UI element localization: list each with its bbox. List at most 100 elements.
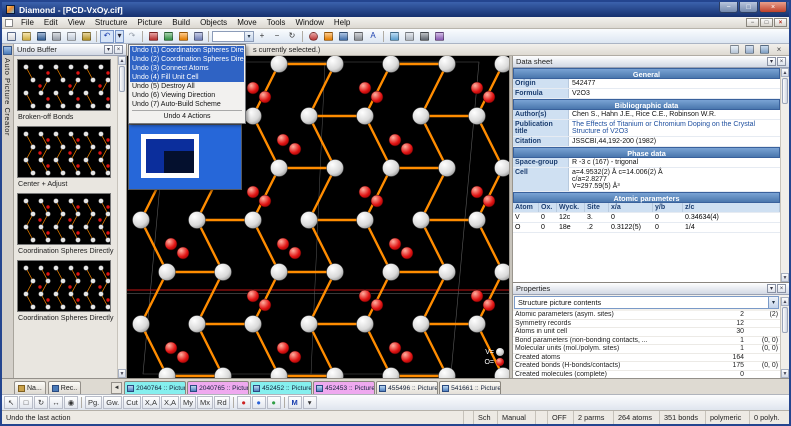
atom-v[interactable] — [357, 212, 374, 229]
atom-o[interactable] — [289, 247, 301, 259]
undo-buffer-scrollbar[interactable]: ▲▼ — [117, 56, 126, 378]
pointer-icon[interactable]: ↖ — [4, 396, 18, 409]
undo-menu-item-3[interactable]: Undo (3) Connect Atoms — [130, 64, 244, 73]
destroy-all-icon[interactable] — [146, 30, 160, 43]
atom-v[interactable] — [189, 212, 206, 229]
tab-scroll-left-icon[interactable]: ◄ — [111, 382, 122, 394]
undo-buffer-item[interactable]: Coordination Spheres Directly — [17, 193, 117, 257]
atom-o[interactable] — [483, 299, 495, 311]
atom-o[interactable] — [277, 238, 289, 250]
picture-tab[interactable]: 452452 :: Picture 1 — [250, 381, 312, 394]
atom-v[interactable] — [495, 368, 510, 379]
undo-menu-item-2[interactable]: Undo (2) Coordination Spheres Directly — [130, 55, 244, 64]
property-row[interactable]: Created atoms164 — [513, 354, 780, 363]
atom-o[interactable] — [359, 290, 371, 302]
xa-button-2[interactable]: X,A — [161, 396, 179, 409]
close-button[interactable]: × — [759, 2, 787, 13]
atom-o[interactable] — [247, 290, 259, 302]
mdi-minimize-button[interactable]: − — [746, 18, 759, 27]
scroll-up-icon[interactable]: ▲ — [781, 68, 789, 77]
picture-view-icon[interactable] — [757, 43, 771, 56]
picture-tab[interactable]: 455496 :: Picture 1 — [376, 381, 438, 394]
atom-v[interactable] — [469, 212, 486, 229]
picture-tab[interactable]: 452453 :: Picture 1 — [313, 381, 375, 394]
menu-build[interactable]: Build — [167, 17, 195, 28]
atom-v[interactable] — [413, 108, 430, 125]
atom-o[interactable] — [259, 299, 271, 311]
atom-v[interactable] — [439, 56, 456, 73]
polyhedra-icon[interactable] — [336, 30, 350, 43]
atom-o[interactable] — [371, 195, 383, 207]
atom-v[interactable] — [327, 160, 344, 177]
shift-mode-icon[interactable]: ↔ — [49, 396, 63, 409]
scroll-thumb[interactable] — [782, 78, 788, 104]
close-view-icon[interactable]: × — [772, 43, 786, 56]
pane-menu-icon[interactable]: ▾ — [767, 57, 776, 66]
scroll-down-icon[interactable]: ▼ — [781, 273, 789, 282]
menu-objects[interactable]: Objects — [195, 17, 232, 28]
print-icon[interactable] — [49, 30, 63, 43]
dropdown-icon[interactable]: ▾ — [244, 32, 253, 41]
properties-selector[interactable]: Structure picture contents ▾ — [514, 296, 779, 309]
atom-o[interactable] — [247, 186, 259, 198]
atom-v[interactable] — [327, 56, 344, 73]
bond-style-icon[interactable] — [321, 30, 335, 43]
zoom-mode-icon[interactable]: ◉ — [64, 396, 78, 409]
atom-o[interactable] — [259, 195, 271, 207]
maximize-button[interactable]: □ — [739, 2, 758, 13]
atom-v[interactable] — [383, 368, 400, 379]
picture-tab[interactable]: 541661 :: Picture 1 — [439, 381, 501, 394]
unit-cell-icon[interactable] — [351, 30, 365, 43]
menu-structure[interactable]: Structure — [90, 17, 132, 28]
atom-v[interactable] — [245, 316, 262, 333]
atom-o[interactable] — [277, 134, 289, 146]
atom-v[interactable] — [245, 108, 262, 125]
atom-v[interactable] — [469, 316, 486, 333]
cut-button[interactable]: Cut — [123, 396, 141, 409]
more-dropdown-icon[interactable]: ▾ — [303, 396, 317, 409]
atom-v[interactable] — [245, 212, 262, 229]
scroll-down-icon[interactable]: ▼ — [781, 369, 789, 378]
atom-o[interactable] — [165, 342, 177, 354]
atom-v[interactable] — [495, 56, 510, 73]
new-document-icon[interactable] — [4, 30, 18, 43]
my-button[interactable]: My — [180, 396, 196, 409]
fill-unit-cell-icon[interactable] — [191, 30, 205, 43]
undo-buffer-item[interactable]: Center + Adjust — [17, 126, 117, 190]
blue-atom-icon[interactable]: ● — [252, 396, 266, 409]
atom-o[interactable] — [177, 351, 189, 363]
open-icon[interactable] — [19, 30, 33, 43]
pane-close-icon[interactable]: × — [777, 284, 786, 293]
atom-o[interactable] — [389, 134, 401, 146]
zoom-out-icon[interactable]: − — [270, 30, 284, 43]
dropdown-icon[interactable]: ▾ — [768, 297, 778, 308]
menu-tools[interactable]: Tools — [262, 17, 291, 28]
save-icon[interactable] — [34, 30, 48, 43]
atom-v[interactable] — [469, 108, 486, 125]
atom-v[interactable] — [413, 212, 430, 229]
atom-o[interactable] — [289, 351, 301, 363]
undo-buffer-item[interactable]: Broken-off Bonds — [17, 59, 117, 123]
scroll-up-icon[interactable]: ▲ — [118, 56, 126, 65]
atom-v[interactable] — [383, 160, 400, 177]
menu-move[interactable]: Move — [232, 17, 262, 28]
picture-tab[interactable]: 2040765 :: Picture 1 — [187, 381, 249, 394]
atom-o[interactable] — [259, 91, 271, 103]
atom-v[interactable] — [271, 368, 288, 379]
minimize-button[interactable]: − — [719, 2, 738, 13]
undo-menu-item-4[interactable]: Undo (4) Fill Unit Cell — [130, 73, 244, 82]
atom-o[interactable] — [471, 186, 483, 198]
atom-v[interactable] — [383, 264, 400, 281]
atom-v[interactable] — [327, 264, 344, 281]
atom-v[interactable] — [271, 264, 288, 281]
atom-o[interactable] — [277, 342, 289, 354]
pg-button[interactable]: Pg. — [85, 396, 102, 409]
pane-close-icon[interactable]: × — [777, 57, 786, 66]
property-row[interactable]: Bond parameters (non-bonding contacts, .… — [513, 337, 780, 346]
paste-icon[interactable] — [79, 30, 93, 43]
atom-v[interactable] — [159, 264, 176, 281]
atom-o[interactable] — [389, 342, 401, 354]
atom-o[interactable] — [483, 195, 495, 207]
atom-o[interactable] — [401, 247, 413, 259]
mdi-close-button[interactable]: × — [774, 18, 787, 27]
